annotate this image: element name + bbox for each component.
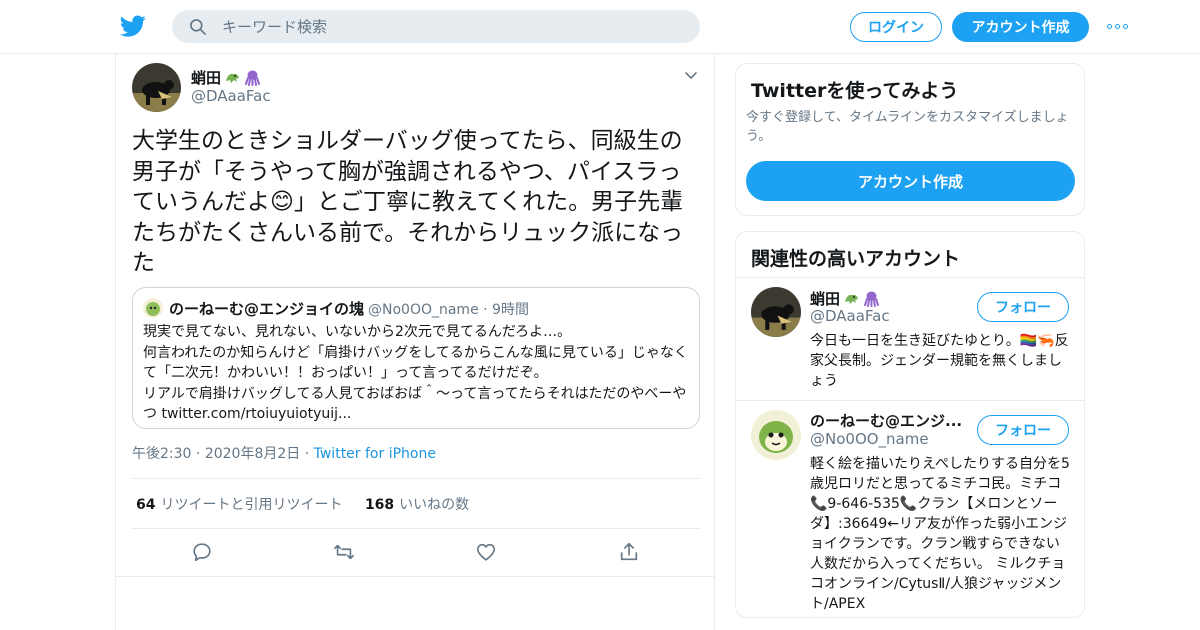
reply-icon[interactable] (191, 541, 213, 563)
tweet-date[interactable]: 2020年8月2日 (205, 446, 300, 462)
signup-card: Twitterを使ってみよう 今すぐ登録して、タイムラインをカスタマイズしましょ… (735, 63, 1085, 216)
create-account-button[interactable]: アカウント作成 (746, 161, 1075, 201)
tweet-detail-column: 蛸田 @DAaaFac 大学生のときショルダーバッグ使ってたら、同級生の男子が「… (115, 54, 715, 630)
quoted-tweet[interactable]: のーねーむ@エンジョイの塊 @No0OO_name · 9時間 現実で見てない、… (132, 287, 700, 429)
octopus-emoji-icon (864, 291, 880, 307)
likes-label: いいねの数 (399, 497, 470, 513)
tweet-text: 大学生のときショルダーバッグ使ってたら、同級生の男子が「そうやって胸が強調される… (132, 128, 684, 276)
account-avatar[interactable] (751, 410, 801, 460)
search-bar[interactable] (172, 10, 700, 43)
separator-dot: · (483, 302, 493, 318)
likes-stat[interactable]: 168 いいねの数 (365, 497, 469, 513)
follow-button[interactable]: フォロー (977, 415, 1069, 445)
quoted-handle-text: @No0OO_name (368, 302, 479, 318)
retweet-icon[interactable] (333, 541, 355, 563)
crocodile-emoji-icon (226, 73, 240, 83)
account-bio: 軽く絵を描いたりえぺしたりする自分を5歳児ロリだと思ってるミチコ民。ミチコ📞9-… (810, 456, 1070, 612)
related-accounts-title: 関連性の高いアカウント (751, 248, 961, 270)
account-name-text: のーねーむ@エンジ... (810, 412, 963, 430)
author-name-text: 蛸田 (191, 69, 222, 87)
tweet-source-link[interactable]: Twitter for iPhone (314, 446, 436, 462)
account-name[interactable]: のーねーむ@エンジ... (810, 410, 962, 431)
chevron-down-icon[interactable] (684, 68, 698, 82)
quoted-timestamp: 9時間 (492, 302, 529, 318)
divider (132, 478, 700, 479)
retweets-stat[interactable]: 64 リツイートと引用リツイート (136, 497, 342, 513)
search-input[interactable] (222, 17, 682, 36)
account-avatar[interactable] (751, 287, 801, 337)
divider (736, 277, 1084, 278)
crocodile-emoji-icon (845, 294, 859, 304)
author-avatar[interactable] (132, 63, 181, 112)
quoted-author-name: のーねーむ@エンジョイの塊 (169, 300, 365, 318)
author-handle[interactable]: @DAaaFac (191, 87, 271, 105)
top-navigation-bar: ログイン アカウント作成 (0, 0, 1200, 54)
account-handle[interactable]: @DAaaFac (810, 307, 890, 325)
login-button[interactable]: ログイン (850, 12, 942, 42)
divider (736, 400, 1084, 401)
more-options-icon[interactable] (1107, 20, 1131, 32)
tweet-metadata: 午後2:30 · 2020年8月2日 · Twitter for iPhone (132, 443, 436, 463)
related-accounts-card: 関連性の高いアカウント 蛸田 @DAaaFac フォロー 今日も一日を生き延びた… (735, 231, 1085, 618)
share-icon[interactable] (618, 541, 640, 563)
engagement-stats: 64 リツイートと引用リツイート 168 いいねの数 (136, 494, 469, 514)
author-name[interactable]: 蛸田 (191, 67, 261, 88)
divider (116, 576, 714, 577)
divider (132, 528, 700, 529)
twitter-bird-logo-icon[interactable] (119, 13, 147, 39)
separator-dot: · (195, 446, 205, 462)
account-handle[interactable]: @No0OO_name (810, 430, 929, 448)
tweet-time[interactable]: 午後2:30 (132, 446, 191, 462)
retweets-label: リツイートと引用リツイート (160, 497, 343, 513)
quoted-author-handle: @No0OO_name · 9時間 (368, 299, 529, 319)
signup-card-title: Twitterを使ってみよう (751, 80, 959, 102)
account-name-text: 蛸田 (810, 290, 841, 308)
likes-count: 168 (364, 497, 395, 513)
account-bio: 今日も一日を生き延びたゆとり。🏳️‍🌈🦐反家父長制。ジェンダー規範を無くしましょ… (810, 333, 1069, 389)
quoted-tweet-text: 現実で見てない、見れない、いないから2次元で見てるんだろよ…。 何言われたのか知… (143, 324, 688, 422)
retweets-count: 64 (136, 497, 156, 513)
quoted-author-avatar (143, 298, 163, 318)
follow-button[interactable]: フォロー (977, 292, 1069, 322)
account-name[interactable]: 蛸田 (810, 288, 880, 309)
heart-icon[interactable] (475, 541, 497, 563)
signup-card-subtitle: 今すぐ登録して、タイムラインをカスタマイズしましょう。 (746, 110, 1069, 144)
octopus-emoji-icon (245, 70, 261, 86)
signup-button[interactable]: アカウント作成 (952, 12, 1089, 42)
separator-dot: · (304, 446, 314, 462)
search-icon (190, 18, 206, 35)
